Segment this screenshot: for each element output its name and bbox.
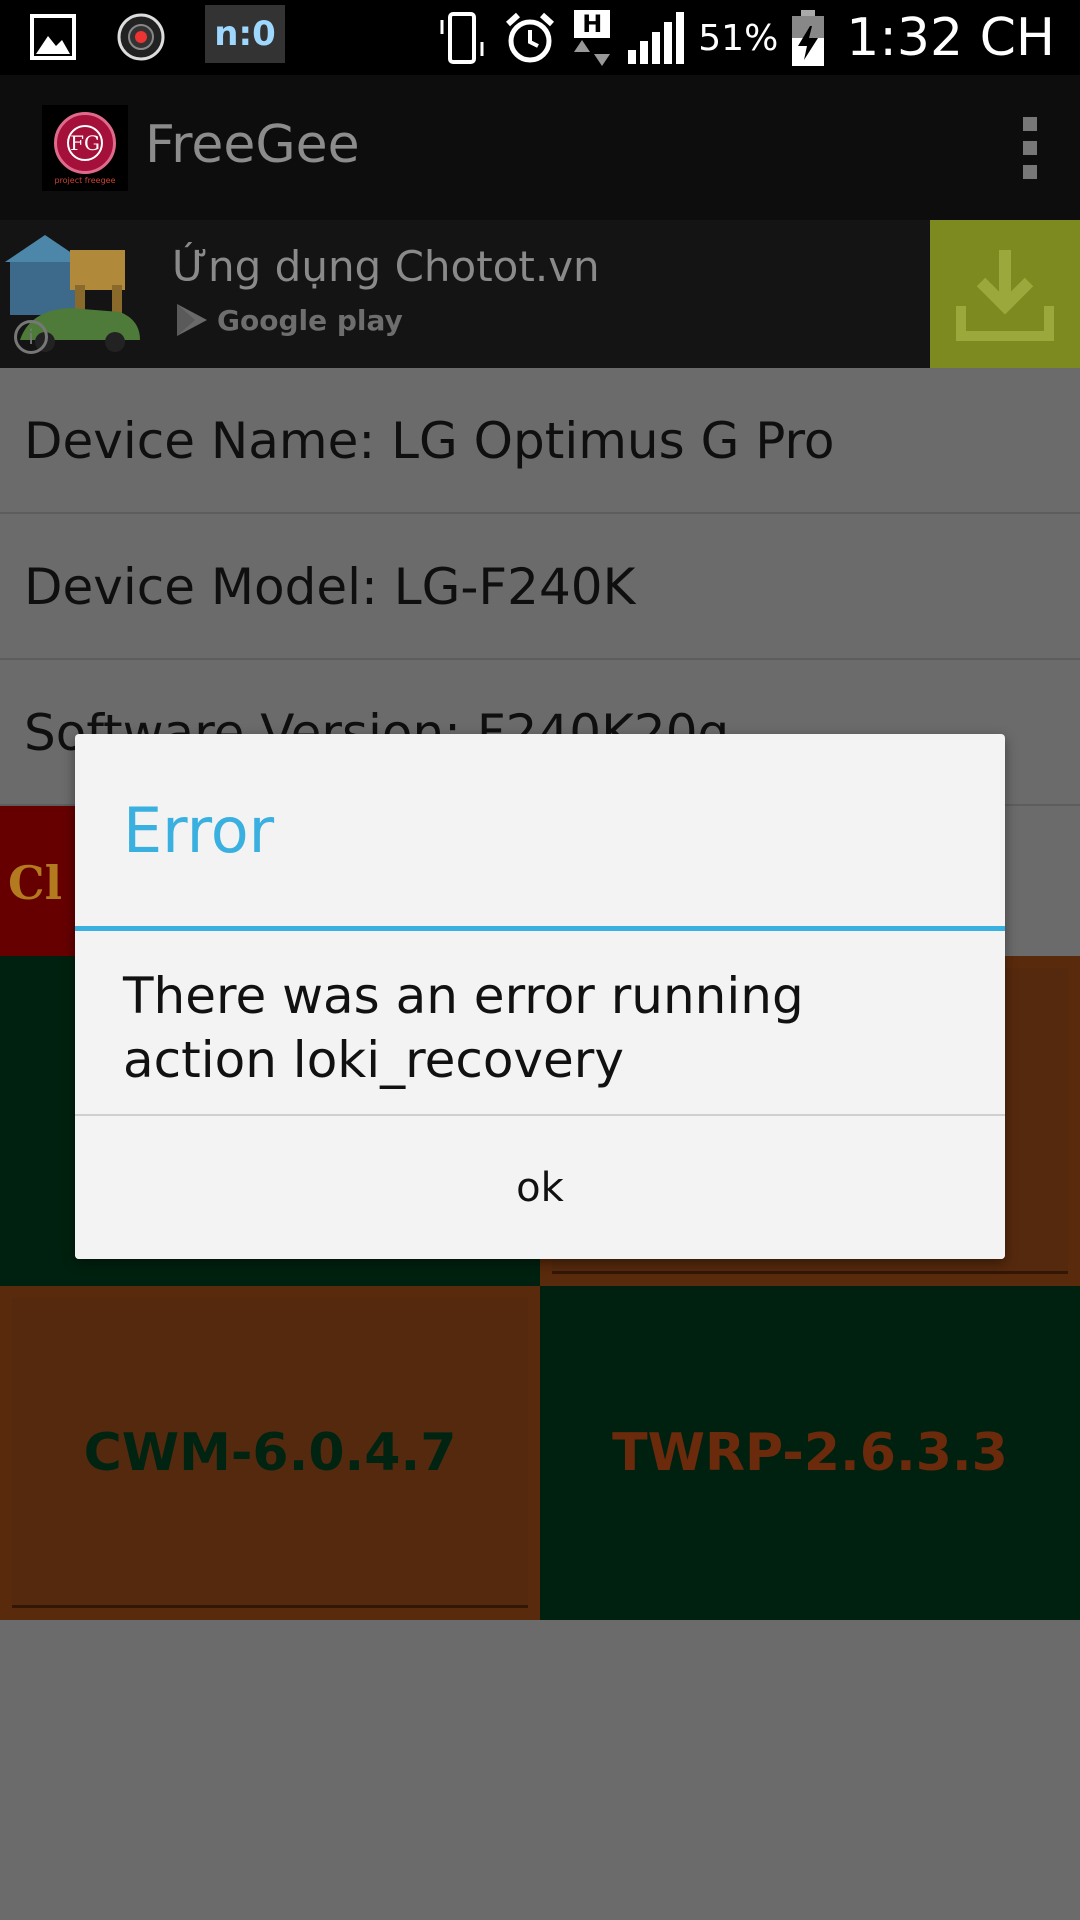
record-notification-icon — [116, 12, 166, 62]
device-name-label: Device Name: LG Optimus G Pro — [24, 412, 835, 470]
svg-text:FG: FG — [70, 131, 100, 155]
notification-count: n:0 — [205, 5, 285, 63]
alarm-icon — [502, 10, 558, 66]
cwm-label: CWM-6.0.4.7 — [83, 1423, 457, 1483]
battery-percent: 51% — [698, 17, 779, 59]
overflow-dot-icon — [1023, 141, 1037, 155]
twrp-label: TWRP-2.6.3.3 — [612, 1423, 1008, 1483]
hspa-data-icon: H — [570, 8, 614, 68]
error-dialog: Error There was an error running action … — [75, 734, 1005, 1259]
ad-download-button[interactable] — [930, 220, 1080, 368]
dialog-title: Error — [123, 794, 275, 867]
device-name-row: Device Name: LG Optimus G Pro — [0, 368, 1080, 514]
dialog-title-divider — [75, 926, 1005, 931]
screen: n:0 H 51% 1:32 CH FG project freegee Fre… — [0, 0, 1080, 1920]
ad-store-badge: Google play — [175, 302, 403, 338]
network-type-label: H — [574, 10, 611, 38]
device-model-row: Device Model: LG-F240K — [0, 514, 1080, 660]
ad-banner[interactable]: i Ứng dụng Chotot.vn Google play — [0, 220, 1080, 368]
download-icon — [956, 250, 1054, 341]
status-right-icons: H 51% 1:32 CH — [434, 8, 1055, 68]
gallery-notification-icon — [30, 14, 76, 60]
status-bar: n:0 H 51% 1:32 CH — [0, 0, 1080, 75]
signal-strength-icon — [626, 10, 686, 66]
twrp-recovery-tile[interactable]: TWRP-2.6.3.3 — [540, 1286, 1080, 1620]
clash-ad-tile[interactable]: Cl — [0, 806, 75, 956]
clock: 1:32 CH — [846, 8, 1055, 68]
play-store-icon — [177, 304, 207, 336]
cwm-recovery-tile[interactable]: CWM-6.0.4.7 — [0, 1286, 540, 1620]
battery-charging-icon — [790, 8, 826, 68]
app-logo[interactable]: FG project freegee — [42, 105, 128, 191]
ad-store-label: Google play — [217, 303, 403, 337]
clash-ad-label: Cl — [8, 856, 63, 910]
overflow-dot-icon — [1023, 165, 1037, 179]
app-title: FreeGee — [145, 115, 360, 175]
status-left-icons — [30, 12, 166, 62]
ad-title: Ứng dụng Chotot.vn — [172, 242, 600, 291]
dialog-message: There was an error running action loki_r… — [123, 967, 804, 1089]
vibrate-icon — [434, 10, 490, 66]
app-logo-caption: project freegee — [54, 175, 116, 185]
device-model-label: Device Model: LG-F240K — [24, 558, 636, 616]
ok-button[interactable]: ok — [75, 1116, 1005, 1259]
app-logo-icon: FG — [54, 111, 116, 174]
overflow-dot-icon — [1023, 117, 1037, 131]
ad-info-icon[interactable]: i — [14, 320, 48, 354]
action-bar: FG project freegee FreeGee — [0, 75, 1080, 220]
overflow-menu-button[interactable] — [1020, 117, 1040, 179]
